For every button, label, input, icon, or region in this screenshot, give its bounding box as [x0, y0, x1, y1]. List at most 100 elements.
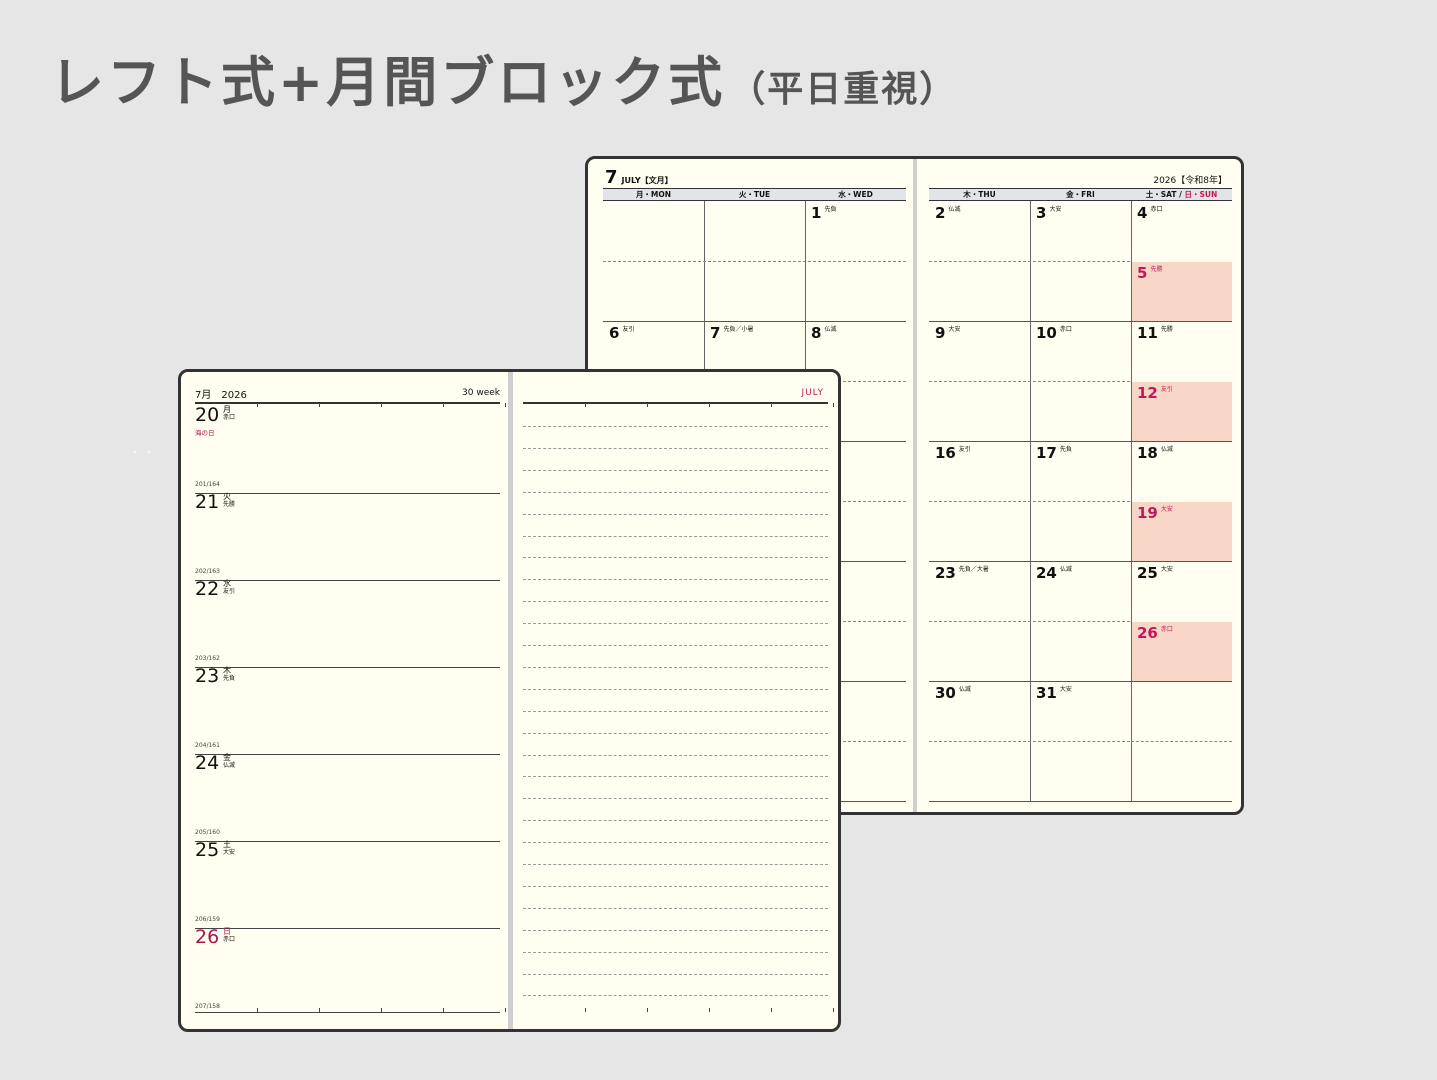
monthly-rokuyo: 先負 — [1059, 446, 1072, 453]
monthly-sunday-header: 日・SUN — [1184, 190, 1218, 199]
weekly-day-weekday: 土 — [223, 840, 231, 849]
monthly-day-number: 17 先負 — [1036, 444, 1072, 462]
monthly-day-number: 30 仏滅 — [935, 684, 971, 702]
monthly-rokuyo: 大安 — [1049, 206, 1062, 213]
weekly-day-entry: 25 土大安 — [195, 839, 235, 861]
weekly-time-tick — [505, 403, 506, 407]
weekly-note-line — [523, 491, 828, 493]
weekly-day-rokuyo: 先勝 — [223, 501, 236, 508]
monthly-day-number: 24 仏滅 — [1036, 564, 1072, 582]
monthly-day-number: 3 大安 — [1036, 204, 1062, 222]
monthly-mid-rule — [603, 261, 906, 262]
monthly-rokuyo: 大安 — [1160, 506, 1173, 513]
weekly-note-line — [523, 864, 828, 865]
weekly-note-line — [523, 710, 828, 712]
monthly-day-number: 6 友引 — [609, 324, 635, 342]
monthly-rokuyo: 先負／大暑 — [958, 566, 989, 573]
weekly-day-count: 205/160 — [195, 829, 220, 836]
weekly-day-entry: 26 日赤口 — [195, 926, 235, 948]
monthly-day-number: 11 先勝 — [1137, 324, 1173, 342]
weekly-note-line — [523, 776, 828, 778]
weekly-note-line — [523, 447, 828, 449]
weekly-day-rokuyo: 大安 — [223, 849, 236, 856]
monthly-weekday-header: 土・SAT / 日・SUN — [1145, 190, 1218, 199]
weekly-day-count: 202/163 — [195, 568, 220, 575]
weekly-month-en: JULY — [801, 388, 824, 398]
weekly-day-entry: 20 月赤口 — [195, 404, 235, 426]
weekly-day-number: 26 — [195, 926, 220, 948]
weekly-day-weekday: 月 — [223, 405, 231, 414]
monthly-rokuyo: 大安 — [1160, 566, 1173, 573]
weekly-note-line — [523, 513, 828, 515]
monthly-row-rule — [929, 681, 1232, 682]
monthly-day-number: 31 大安 — [1036, 684, 1072, 702]
monthly-weekday-header: 水・WED — [838, 190, 873, 199]
weekly-holiday-label: 海の日 — [195, 429, 215, 437]
weekly-week-label: 30 week — [462, 388, 500, 398]
weekly-day-separator — [195, 754, 500, 755]
weekly-note-line — [523, 754, 828, 756]
weekly-day-count: 204/161 — [195, 742, 220, 749]
weekly-day-number: 25 — [195, 839, 220, 861]
decor-dot — [148, 451, 150, 453]
weekly-day-entry: 22 水友引 — [195, 578, 235, 600]
weekly-time-tick — [257, 403, 258, 407]
monthly-rokuyo: 先負／小暑 — [723, 326, 754, 333]
weekly-day-number: 20 — [195, 404, 220, 426]
weekly-day-separator — [195, 667, 500, 668]
weekly-note-line — [523, 535, 828, 537]
title-sub: （平日重視） — [729, 69, 958, 110]
monthly-rokuyo: 友引 — [622, 326, 635, 333]
monthly-rokuyo: 友引 — [1160, 386, 1173, 393]
weekly-header: 7月 2026 — [195, 386, 247, 401]
weekly-day-entry: 24 金仏滅 — [195, 752, 235, 774]
monthly-day-number: 18 仏滅 — [1137, 444, 1173, 462]
monthly-rokuyo: 赤口 — [1059, 326, 1072, 333]
monthly-day-number: 8 仏滅 — [811, 324, 837, 342]
weekly-time-tick — [833, 1008, 834, 1012]
monthly-sunday-number: 5 先勝 — [1137, 264, 1163, 282]
monthly-rokuyo: 大安 — [1059, 686, 1072, 693]
weekly-day-number: 24 — [195, 752, 220, 774]
weekly-day-count: 206/159 — [195, 916, 220, 923]
monthly-day-number: 7 先負／小暑 — [710, 324, 754, 342]
weekly-month-label: 7月 — [195, 390, 212, 401]
weekly-day-separator — [195, 493, 500, 494]
weekly-day-weekday: 火 — [223, 492, 231, 501]
weekly-day-rokuyo: 先負 — [223, 675, 236, 682]
monthly-weekday-header: 火・TUE — [738, 190, 771, 199]
monthly-rokuyo: 仏滅 — [824, 326, 837, 333]
weekly-note-line — [523, 885, 828, 887]
weekly-note-line — [523, 557, 828, 559]
monthly-month-header: 7 JULY【文月】 — [605, 167, 673, 188]
monthly-day-number: 16 友引 — [935, 444, 971, 462]
weekly-day-weekday: 日 — [223, 927, 231, 936]
weekly-time-tick — [585, 403, 586, 407]
monthly-rokuyo: 仏滅 — [958, 686, 971, 693]
monthly-weekday-header: 木・THU — [963, 190, 996, 199]
weekly-note-line — [523, 469, 828, 471]
weekly-day-separator — [195, 580, 500, 581]
monthly-row-rule — [929, 801, 1232, 802]
weekly-time-tick — [709, 403, 710, 407]
weekly-bottom-rule — [195, 1012, 500, 1013]
weekly-time-tick — [647, 1008, 648, 1012]
monthly-rokuyo: 先負 — [824, 206, 837, 213]
weekly-note-line — [523, 645, 828, 646]
weekly-time-tick — [833, 403, 834, 407]
monthly-row-rule — [929, 441, 1232, 442]
weekly-day-rokuyo: 赤口 — [223, 414, 236, 421]
weekly-time-tick — [585, 1008, 586, 1012]
weekly-note-line — [523, 929, 828, 931]
monthly-row-rule — [929, 321, 1232, 322]
monthly-rokuyo: 仏滅 — [1160, 446, 1173, 453]
weekly-note-line — [523, 995, 828, 997]
monthly-mid-rule — [929, 381, 1130, 382]
weekly-day-rokuyo: 仏滅 — [223, 762, 236, 769]
decor-dot — [134, 451, 136, 453]
weekly-gutter — [508, 372, 513, 1029]
monthly-mid-rule — [929, 261, 1130, 262]
monthly-rokuyo: 先勝 — [1160, 326, 1173, 333]
monthly-day-number: 1 先負 — [811, 204, 837, 222]
weekly-day-number: 22 — [195, 578, 220, 600]
